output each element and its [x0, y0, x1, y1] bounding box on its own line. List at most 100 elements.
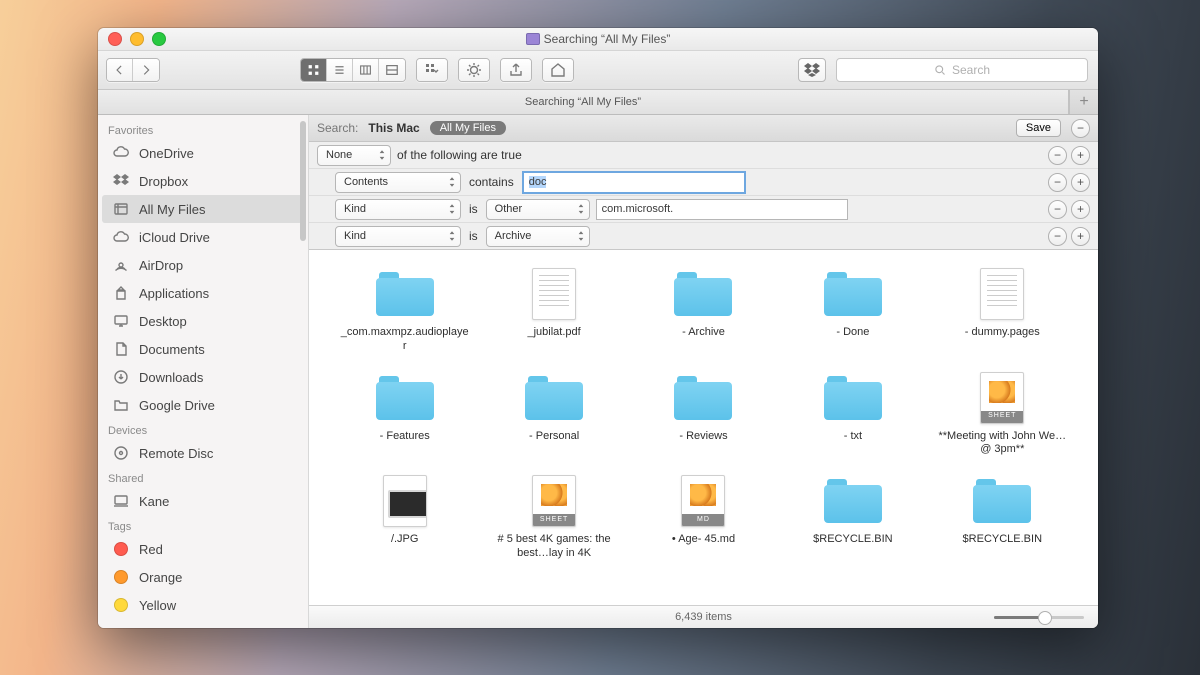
window-body: FavoritesOneDriveDropboxAll My FilesiClo… — [98, 115, 1098, 628]
sidebar-item[interactable]: Desktop — [98, 307, 308, 335]
sidebar-item[interactable]: Orange — [98, 563, 308, 591]
file-item[interactable]: _jubilat.pdf — [484, 268, 623, 354]
icon-view-button[interactable] — [301, 59, 327, 81]
sidebar-item[interactable]: Dropbox — [98, 167, 308, 195]
sidebar-item[interactable]: Google Drive — [98, 391, 308, 419]
window-title: Searching “All My Files” — [98, 32, 1098, 46]
folder-icon — [376, 272, 434, 316]
rule-add-button[interactable]: + — [1071, 146, 1090, 165]
search-label: Search: — [317, 121, 358, 135]
document-icon — [532, 268, 576, 320]
tag-icon — [112, 541, 130, 557]
dropbox-toolbar-button[interactable] — [798, 58, 826, 82]
forward-button[interactable] — [133, 59, 159, 81]
sidebar-item[interactable]: Documents — [98, 335, 308, 363]
file-item[interactable]: SHEET# 5 best 4K games: the best…lay in … — [484, 475, 623, 561]
file-item[interactable]: SHEET**Meeting with John We…@ 3pm** — [933, 372, 1072, 458]
sidebar-item[interactable]: Applications — [98, 279, 308, 307]
file-item[interactable]: - Done — [783, 268, 922, 354]
computer-icon — [112, 493, 130, 509]
sidebar-item-label: Google Drive — [139, 398, 215, 413]
sidebar-item[interactable]: All My Files — [102, 195, 304, 223]
file-name: $RECYCLE.BIN — [963, 533, 1042, 547]
file-thumb: SHEET — [522, 475, 586, 527]
back-button[interactable] — [107, 59, 133, 81]
search-placeholder: Search — [952, 63, 990, 77]
sidebar-item[interactable]: Remote Disc — [98, 439, 308, 467]
file-item[interactable]: $RECYCLE.BIN — [933, 475, 1072, 561]
rule-remove-button[interactable]: − — [1048, 146, 1067, 165]
search-rule: None of the following are true −+ — [309, 142, 1098, 168]
file-item[interactable]: MD• Age- 45.md — [634, 475, 773, 561]
sidebar-item[interactable]: OneDrive — [98, 139, 308, 167]
tab-label: Searching “All My Files” — [525, 96, 641, 108]
share-menu[interactable] — [500, 58, 532, 82]
remove-rule-button[interactable]: − — [1071, 119, 1090, 138]
rule-value-popup[interactable]: Archive — [486, 226, 590, 247]
sidebar-scrollbar[interactable] — [300, 121, 306, 241]
document-icon — [980, 268, 1024, 320]
list-view-button[interactable] — [327, 59, 353, 81]
sidebar-item-label: Remote Disc — [139, 446, 213, 461]
sidebar-item[interactable]: Kane — [98, 487, 308, 515]
sidebar-item-label: Orange — [139, 570, 182, 585]
file-name: - txt — [844, 430, 862, 444]
file-item[interactable]: - Personal — [484, 372, 623, 458]
file-thumb — [522, 372, 586, 424]
file-item[interactable]: /.JPG — [335, 475, 474, 561]
file-name: _com.maxmpz.audioplayer — [340, 326, 470, 354]
rule-remove-button[interactable]: − — [1048, 200, 1067, 219]
rule-add-button[interactable]: + — [1071, 200, 1090, 219]
rule-add-button[interactable]: + — [1071, 227, 1090, 246]
new-tab-button[interactable]: + — [1069, 90, 1098, 114]
finder-window: Searching “All My Files” Search Searchin… — [98, 28, 1098, 628]
smart-folder-icon — [526, 33, 540, 45]
scope-this-mac[interactable]: This Mac — [368, 121, 419, 135]
file-item[interactable]: - dummy.pages — [933, 268, 1072, 354]
file-item[interactable]: _com.maxmpz.audioplayer — [335, 268, 474, 354]
rule-remove-button[interactable]: − — [1048, 173, 1067, 192]
arrange-menu[interactable] — [416, 58, 448, 82]
file-item[interactable]: $RECYCLE.BIN — [783, 475, 922, 561]
cloud-sync-icon — [112, 145, 130, 161]
cloud-icon — [112, 229, 130, 245]
rule-attribute-popup[interactable]: None — [317, 145, 391, 166]
rule-value-input[interactable]: com.microsoft. — [596, 199, 848, 220]
arrange-button[interactable] — [417, 59, 447, 81]
rule-remove-button[interactable]: − — [1048, 227, 1067, 246]
sidebar-item[interactable]: Yellow — [98, 591, 308, 619]
tags-button[interactable] — [543, 59, 573, 81]
sidebar-item[interactable]: iCloud Drive — [98, 223, 308, 251]
tags-menu[interactable] — [542, 58, 574, 82]
scope-all-my-files[interactable]: All My Files — [430, 121, 506, 135]
icon-size-slider[interactable] — [994, 611, 1084, 623]
rule-attribute-popup[interactable]: Kind — [335, 199, 461, 220]
sidebar-item-label: Red — [139, 542, 163, 557]
rule-attribute-popup[interactable]: Kind — [335, 226, 461, 247]
rule-attribute-popup[interactable]: Contents — [335, 172, 461, 193]
action-menu[interactable] — [458, 58, 490, 82]
save-search-button[interactable]: Save — [1016, 119, 1061, 137]
search-rule: KindisArchive−+ — [309, 222, 1098, 249]
file-item[interactable]: - Features — [335, 372, 474, 458]
search-input[interactable]: Search — [836, 58, 1088, 82]
file-item[interactable]: - Reviews — [634, 372, 773, 458]
file-item[interactable]: - Archive — [634, 268, 773, 354]
share-button[interactable] — [501, 59, 531, 81]
column-view-button[interactable] — [353, 59, 379, 81]
rule-text: of the following are true — [397, 148, 522, 162]
coverflow-view-button[interactable] — [379, 59, 405, 81]
folder-icon — [525, 376, 583, 420]
sidebar-item[interactable]: Downloads — [98, 363, 308, 391]
tab[interactable]: Searching “All My Files” — [98, 90, 1069, 114]
rule-value-input[interactable]: doc — [522, 171, 746, 194]
sidebar-item[interactable]: Red — [98, 535, 308, 563]
file-grid[interactable]: _com.maxmpz.audioplayer _jubilat.pdf- Arc… — [309, 250, 1098, 605]
action-button[interactable] — [459, 59, 489, 81]
rule-value-popup[interactable]: Other — [486, 199, 590, 220]
file-item[interactable]: - txt — [783, 372, 922, 458]
sidebar-item-label: Dropbox — [139, 174, 188, 189]
sidebar-item[interactable]: AirDrop — [98, 251, 308, 279]
file-thumb — [373, 268, 437, 320]
rule-add-button[interactable]: + — [1071, 173, 1090, 192]
